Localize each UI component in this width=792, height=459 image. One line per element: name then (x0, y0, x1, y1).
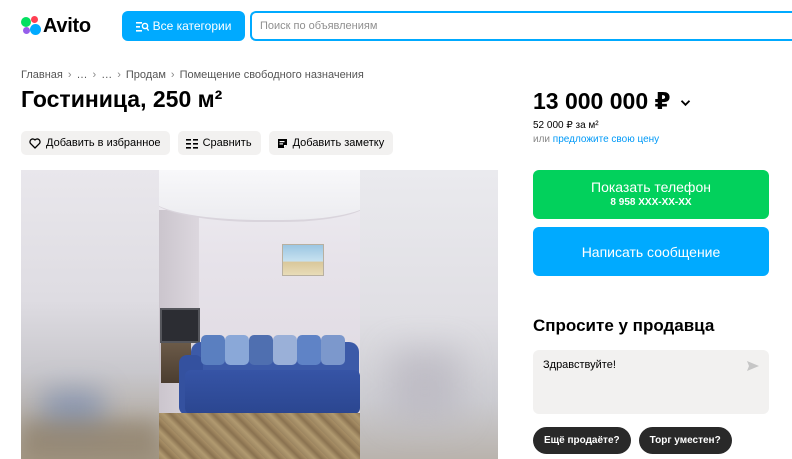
price-per-square-meter: 52 000 ₽ за м² (533, 120, 599, 131)
search-box (250, 11, 792, 41)
offer-price-link[interactable]: предложите свою цену (553, 134, 659, 145)
site-header: Avito Все категории (0, 0, 792, 52)
show-phone-label: Показать телефон (591, 179, 711, 195)
listing-actions: Добавить в избранное Сравнить Добавить з… (21, 131, 394, 155)
note-icon (277, 138, 287, 148)
write-message-button[interactable]: Написать сообщение (533, 227, 769, 276)
add-note-label: Добавить заметку (292, 137, 385, 149)
quick-questions: Ещё продаёте? Торг уместен? (533, 427, 732, 454)
avito-logo[interactable]: Avito (21, 14, 91, 38)
add-note-button[interactable]: Добавить заметку (268, 131, 394, 155)
send-icon[interactable] (746, 360, 760, 372)
breadcrumb-item-collapsed[interactable]: … (101, 69, 112, 81)
search-input[interactable] (252, 13, 792, 39)
price-offer-prefix: или (533, 134, 551, 145)
add-to-favorites-label: Добавить в избранное (46, 137, 161, 149)
all-categories-label: Все категории (152, 19, 232, 33)
breadcrumb-separator-icon: › (117, 69, 121, 81)
price-offer: или предложите свою цену (533, 134, 659, 145)
logo-dots-icon (21, 16, 41, 36)
chevron-down-icon[interactable] (680, 99, 691, 107)
write-message-label: Написать сообщение (581, 243, 721, 260)
ask-seller-title: Спросите у продавца (533, 316, 715, 335)
breadcrumb-item-category[interactable]: Помещение свободного назначения (180, 69, 364, 81)
wall-picture (282, 244, 324, 276)
add-to-favorites-button[interactable]: Добавить в избранное (21, 131, 170, 155)
compare-label: Сравнить (202, 137, 252, 149)
photo-gallery[interactable] (21, 170, 498, 459)
phone-number-masked: 8 958 XXX-XX-XX (610, 197, 692, 208)
breadcrumb-separator-icon: › (92, 69, 97, 81)
ask-seller-box (533, 350, 769, 414)
price-value: 13 000 000 ₽ (533, 88, 671, 114)
listing-title: Гостиница, 250 м² (21, 86, 223, 112)
compare-button[interactable]: Сравнить (177, 131, 261, 155)
breadcrumb: Главная › … › … › Продам › Помещение сво… (21, 69, 364, 81)
ask-seller-message-input[interactable] (533, 350, 743, 414)
quick-question-bargain[interactable]: Торг уместен? (638, 427, 732, 454)
breadcrumb-item-home[interactable]: Главная (21, 69, 63, 81)
breadcrumb-item-sell[interactable]: Продам (126, 69, 166, 81)
listing-main-photo[interactable] (159, 170, 360, 459)
show-phone-button[interactable]: Показать телефон 8 958 XXX-XX-XX (533, 170, 769, 219)
compare-icon (185, 138, 198, 149)
gallery-blur-left (21, 170, 159, 459)
breadcrumb-separator-icon: › (170, 69, 175, 81)
gallery-blur-right (360, 170, 498, 459)
all-categories-button[interactable]: Все категории (122, 11, 245, 41)
breadcrumb-separator-icon: › (67, 69, 72, 81)
quick-question-still-selling[interactable]: Ещё продаёте? (533, 427, 631, 454)
breadcrumb-item-collapsed[interactable]: … (77, 69, 88, 81)
logo-text: Avito (43, 14, 91, 37)
photo-tv (160, 308, 200, 343)
heart-icon (29, 137, 41, 149)
categories-search-icon (135, 21, 149, 32)
price: 13 000 000 ₽ (533, 88, 691, 115)
photo-sofa (185, 370, 360, 414)
